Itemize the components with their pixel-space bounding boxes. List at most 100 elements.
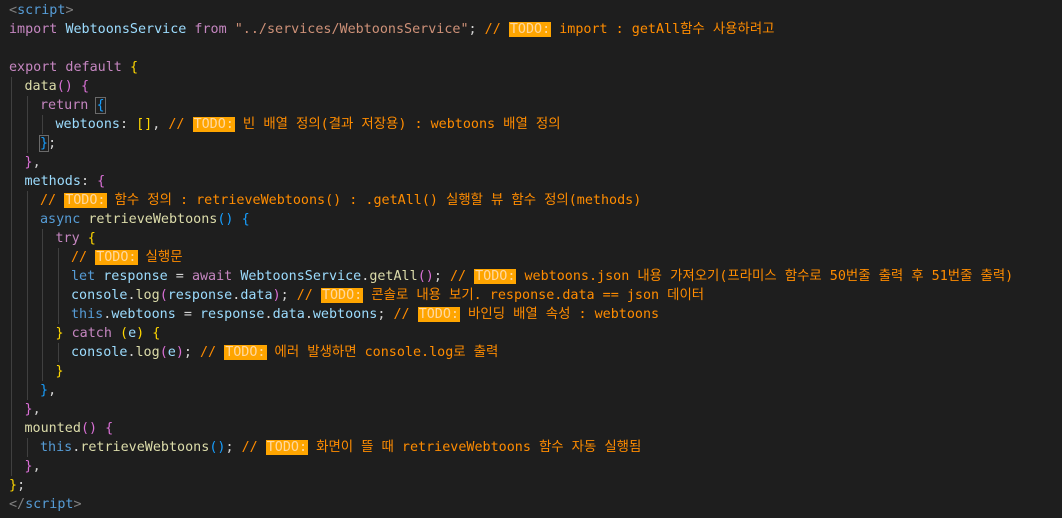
code-line[interactable]: async retrieveWebtoons() { (40, 210, 250, 229)
code-token: catch (63, 326, 120, 341)
indent-guide (42, 229, 43, 248)
indent-guide (26, 248, 28, 267)
todo-marker: TODO: (64, 193, 107, 208)
code-token: response (167, 288, 233, 303)
code-line[interactable]: } catch (e) { (56, 324, 161, 343)
code-token: . (127, 288, 136, 303)
code-editor[interactable]: <script> import WebtoonsService from "../… (0, 0, 1062, 518)
code-token: log (135, 288, 160, 303)
code-token: , (32, 402, 41, 417)
code-token: > (65, 3, 74, 18)
indent-guide (42, 267, 43, 286)
code-comment: 에러 발생하면 console.log로 출력 (266, 345, 499, 360)
indent-guide (11, 229, 12, 248)
code-comment: // (71, 250, 96, 265)
code-token: export default (9, 60, 130, 75)
indent-guide (11, 267, 12, 286)
code-line[interactable]: let response = await WebtoonsService.get… (71, 267, 1013, 286)
indent-guide (26, 305, 28, 324)
code-line[interactable]: methods: { (25, 172, 106, 191)
todo-marker: TODO: (265, 440, 309, 455)
code-token: { (97, 174, 106, 189)
code-token: ; (280, 288, 297, 303)
code-token: } (24, 402, 33, 417)
todo-marker: TODO: (95, 250, 138, 265)
code-token: response (103, 269, 168, 284)
code-line[interactable]: export default { (9, 58, 138, 77)
indent-guide (26, 343, 28, 362)
indent-guide (26, 438, 28, 457)
code-token: console (71, 345, 128, 360)
code-line[interactable]: try { (56, 229, 96, 248)
code-comment: 화면이 뜰 때 retrieveWebtoons 함수 자동 실행됨 (308, 440, 642, 455)
code-token: let (71, 269, 104, 284)
todo-marker: TODO: (192, 117, 235, 132)
code-line[interactable]: mounted() { (25, 419, 114, 438)
indent-guide (26, 134, 28, 153)
code-token: data (240, 288, 273, 303)
code-token: } (24, 459, 33, 474)
indent-guide (42, 343, 43, 362)
code-line[interactable]: return { (40, 96, 106, 115)
todo-marker: TODO: (508, 22, 552, 37)
code-token: . (304, 307, 313, 322)
indent-guide (11, 210, 12, 229)
indent-guide (11, 172, 12, 191)
indent-guide (11, 286, 12, 305)
code-comment: // (484, 22, 509, 37)
indent-guide (42, 305, 43, 324)
code-token: } (40, 383, 49, 398)
code-line[interactable]: console.log(response.data); // TODO: 콘솔로… (71, 286, 704, 305)
code-token: { (241, 212, 250, 227)
code-line[interactable]: <script> (9, 1, 74, 20)
indent-guide (11, 343, 12, 362)
code-token: () (209, 440, 226, 455)
code-token: } (38, 135, 50, 152)
code-token: await (191, 269, 241, 284)
code-token: ; (17, 478, 26, 493)
indent-guide (26, 96, 28, 115)
indent-guide (57, 343, 59, 362)
code-comment: // (40, 193, 65, 208)
code-line[interactable]: console.log(e); // TODO: 에러 발생하면 console… (71, 343, 498, 362)
code-comment: // (200, 345, 225, 360)
code-token: ; (377, 307, 394, 322)
todo-marker: TODO: (320, 288, 364, 303)
code-line[interactable]: webtoons: [], // TODO: 빈 배열 정의(결과 저장용) :… (56, 115, 561, 134)
code-line[interactable]: this.webtoons = response.data.webtoons; … (71, 305, 659, 324)
code-token: WebtoonsService (240, 269, 362, 284)
code-line[interactable]: import WebtoonsService from "../services… (9, 20, 774, 39)
code-line[interactable]: // TODO: 실행문 (71, 248, 183, 267)
code-comment: 콘솔로 내용 보기. response.data == json 데이터 (363, 288, 705, 303)
code-line[interactable]: }, (25, 457, 41, 476)
indent-guide (26, 381, 28, 400)
indent-guide (26, 229, 28, 248)
code-line[interactable]: data() { (25, 77, 90, 96)
code-line[interactable]: }; (9, 476, 25, 495)
code-token: return (40, 98, 97, 113)
code-token: () (80, 421, 98, 436)
code-line[interactable]: }, (25, 153, 41, 172)
code-line[interactable]: this.retrieveWebtoons(); // TODO: 화면이 뜰 … (40, 438, 641, 457)
code-line[interactable]: } (56, 362, 64, 381)
code-comment: webtoons.json 내용 가져오기(프라미스 함수로 50번줄 출력 후… (516, 269, 1014, 284)
code-token: this (40, 440, 73, 455)
code-token: ; (225, 440, 242, 455)
code-token: import (9, 22, 66, 37)
code-token: > (73, 497, 82, 512)
code-token: retrieveWebtoons (88, 212, 218, 227)
code-token: console (71, 288, 128, 303)
code-token: this (71, 307, 104, 322)
code-token: [] (136, 117, 153, 132)
code-line[interactable]: }, (40, 381, 56, 400)
code-token: response (200, 307, 265, 322)
code-line[interactable]: </script> (9, 495, 82, 514)
code-token: () (217, 212, 234, 227)
code-line[interactable]: // TODO: 함수 정의 : retrieveWebtoons() : .g… (40, 191, 641, 210)
code-line[interactable]: }; (38, 134, 56, 153)
code-line[interactable]: }, (25, 400, 41, 419)
indent-guide (11, 381, 12, 400)
